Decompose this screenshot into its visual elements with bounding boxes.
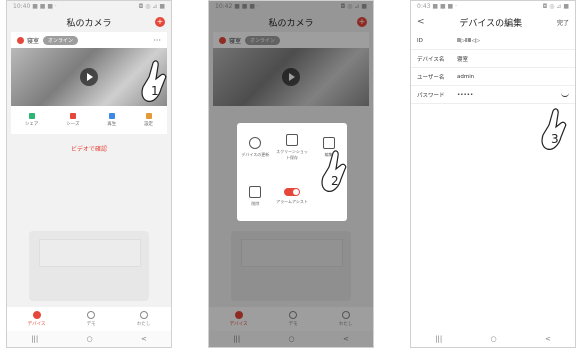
delete-option[interactable]: 削除: [237, 172, 274, 221]
settings-button[interactable]: 設定: [144, 113, 153, 127]
page-title: デバイスの編集: [459, 18, 523, 29]
hand-pointer-icon: 1: [141, 60, 167, 102]
video-check-link[interactable]: ビデオで確認: [7, 144, 171, 153]
system-nav-bar: ||| ○ <: [411, 331, 575, 347]
device-card-header: 寝室 オンライン ···: [11, 32, 167, 48]
upload-icon: [249, 137, 262, 149]
update-device-option[interactable]: デバイスの更新: [237, 123, 274, 172]
hand-pointer-icon: 2: [321, 150, 347, 192]
page-title: 私のカメラ: [66, 18, 112, 29]
id-label: ID: [417, 37, 423, 44]
device-name-row[interactable]: デバイス名 寝室: [411, 50, 575, 68]
device-name-field[interactable]: 寝室: [457, 55, 569, 63]
password-field[interactable]: •••••: [457, 92, 561, 98]
username-label: ユーザー名: [417, 74, 445, 81]
recents-button[interactable]: |||: [31, 335, 38, 343]
id-row: ID Ⅲ▷ⅡⅢ◁▷: [411, 32, 575, 50]
alarm-assist-option[interactable]: アラームアシスト: [274, 172, 311, 221]
playback-button[interactable]: 再生: [107, 113, 116, 127]
edit-icon: [322, 137, 335, 149]
show-password-icon[interactable]: [561, 92, 569, 97]
tab-device[interactable]: デバイス: [28, 311, 45, 327]
cloud-button[interactable]: シーズ: [66, 113, 79, 127]
share-button[interactable]: シェア: [25, 113, 38, 127]
home-button[interactable]: ○: [491, 335, 497, 343]
settings-icon: [145, 113, 152, 119]
back-button[interactable]: <: [417, 17, 425, 27]
id-value: Ⅲ▷ⅡⅢ◁▷: [457, 37, 480, 44]
background-illustration: [29, 231, 149, 301]
step-number: 2: [331, 174, 339, 188]
toggle-icon[interactable]: [283, 188, 300, 196]
phone-screen-2: 10:42 ■ ■ ■ · ◘ ◎ ⊿ ■ 私のカメラ + 寝室 オンライン デ…: [208, 0, 374, 348]
step-number: 1: [151, 84, 159, 98]
step-number: 3: [551, 132, 559, 146]
demo-icon: [87, 311, 96, 319]
add-device-button[interactable]: +: [155, 17, 165, 27]
password-label: パスワード: [417, 92, 445, 99]
status-bar: 10:40 ■ ■ ■ · ◘ ◎ ⊿ ■: [7, 1, 171, 12]
device-icon: [17, 36, 24, 44]
playback-icon: [108, 113, 115, 119]
back-button[interactable]: <: [545, 335, 551, 343]
cloud-icon: [69, 113, 76, 119]
done-button[interactable]: 完了: [557, 18, 569, 27]
back-button[interactable]: <: [141, 335, 147, 343]
trash-icon: [249, 186, 262, 198]
app-header: 私のカメラ +: [7, 12, 171, 32]
device-icon: [32, 311, 41, 319]
tab-demo[interactable]: デモ: [87, 311, 96, 327]
status-badge: オンライン: [43, 35, 79, 45]
bottom-tab-bar: デバイス デモ わたし: [7, 307, 171, 331]
system-nav-bar: ||| ○ <: [7, 331, 171, 347]
status-left: 0:43 ■ ■ ■ ·: [417, 3, 458, 10]
device-name: 寝室: [27, 37, 40, 45]
play-icon[interactable]: [80, 68, 98, 86]
phone-screen-3: 0:43 ■ ■ ■ · ◘ ◎ ⊿ ■ < デバイスの編集 完了 ID Ⅲ▷Ⅱ…: [410, 0, 576, 348]
status-right: ◘ ◎ ⊿ ■: [138, 3, 165, 10]
status-right: ◘ ◎ ⊿ ■: [542, 3, 569, 10]
app-header: < デバイスの編集 完了: [411, 12, 575, 32]
share-icon: [28, 113, 35, 119]
device-name-label: デバイス名: [417, 56, 445, 63]
more-options-button[interactable]: ···: [153, 36, 161, 45]
status-left: 10:40 ■ ■ ■ ·: [13, 3, 57, 10]
phone-screen-1: 10:40 ■ ■ ■ · ◘ ◎ ⊿ ■ 私のカメラ + 寝室 オンライン ·…: [6, 0, 172, 348]
home-button[interactable]: ○: [87, 335, 93, 343]
hand-pointer-icon: 3: [541, 108, 567, 150]
recents-button[interactable]: |||: [435, 335, 442, 343]
image-icon: [285, 134, 298, 146]
profile-icon: [139, 311, 148, 319]
screenshot-save-option[interactable]: スクリーンショット保存: [274, 123, 311, 172]
password-row[interactable]: パスワード •••••: [411, 86, 575, 104]
username-row[interactable]: ユーザー名 admin: [411, 68, 575, 86]
username-field[interactable]: admin: [457, 74, 569, 80]
status-bar: 0:43 ■ ■ ■ · ◘ ◎ ⊿ ■: [411, 1, 575, 12]
tab-profile[interactable]: わたし: [137, 311, 150, 327]
